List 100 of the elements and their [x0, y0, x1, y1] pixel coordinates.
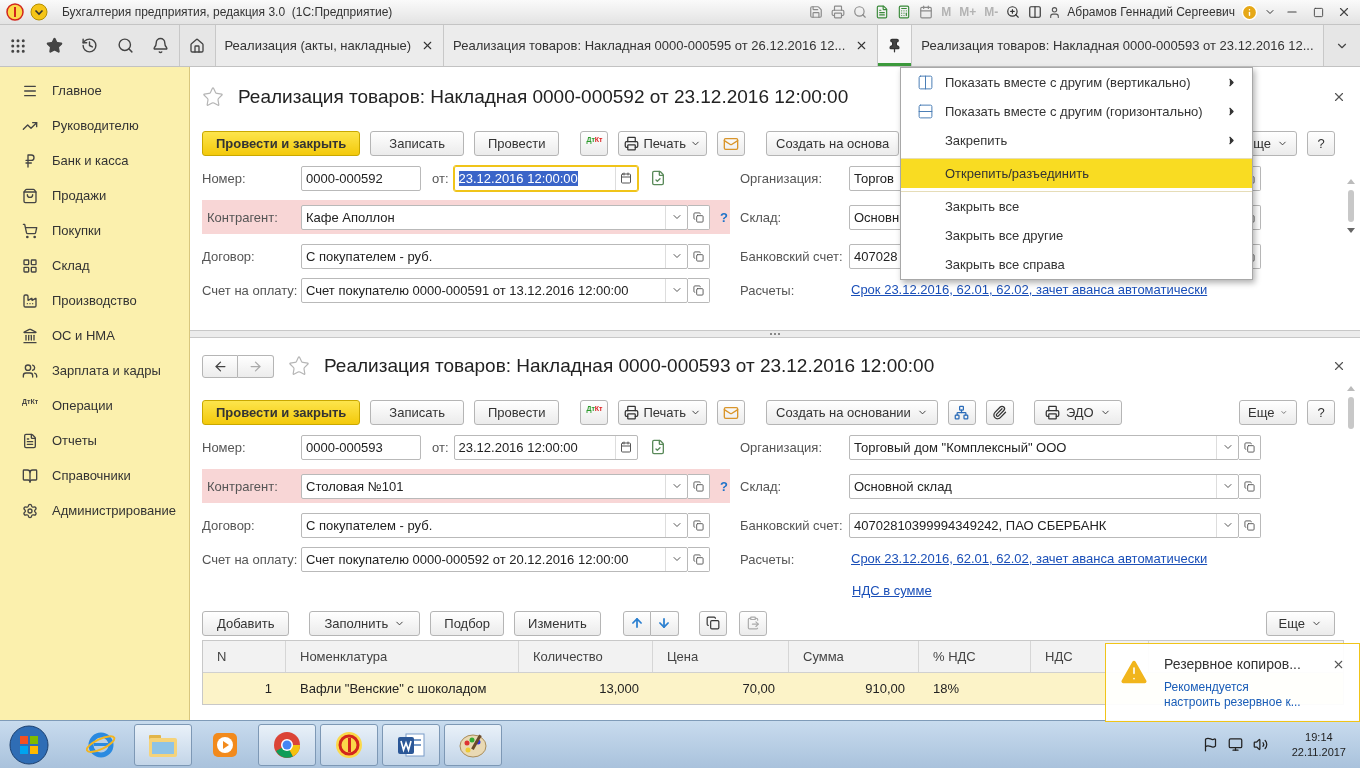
open-button[interactable] — [688, 277, 710, 303]
select-field[interactable]: С покупателем - руб. — [301, 243, 688, 269]
attach-button[interactable] — [985, 400, 1014, 425]
sidebar-item[interactable]: Зарплата и кадры — [0, 353, 189, 388]
settlements-link[interactable]: Срок 23.12.2016, 62.01, 62.02, зачет аванса автоматически — [851, 283, 1208, 297]
edit-button[interactable]: Изменить — [514, 610, 601, 636]
select-field[interactable]: Счет покупателю 0000-000592 от 20.12.2016 12:00:00 — [301, 546, 688, 572]
tab[interactable]: Реализация (акты, накладные) — [215, 25, 445, 66]
flag-icon[interactable] — [1202, 737, 1218, 752]
open-button[interactable] — [688, 512, 710, 538]
sidebar-item[interactable]: Главное — [0, 73, 189, 108]
user-name[interactable]: Абрамов Геннадий Сергеевич — [1067, 5, 1235, 19]
number-field[interactable]: 0000-000592 — [301, 165, 421, 191]
sidebar-item[interactable]: Справочники — [0, 458, 189, 493]
date-field[interactable]: 23.12.2016 12:00:00 — [453, 434, 638, 460]
column-header[interactable]: % НДС — [919, 641, 1031, 672]
post-and-close-button[interactable]: Провести и закрыть — [202, 131, 361, 156]
network-icon[interactable] — [1227, 737, 1243, 752]
email-button[interactable] — [717, 400, 745, 425]
sidebar-item[interactable]: Администрирование — [0, 493, 189, 528]
sidebar-item[interactable]: Производство — [0, 283, 189, 318]
bell-icon[interactable] — [152, 37, 170, 54]
help-button[interactable]: ? — [1307, 131, 1335, 156]
fill-button[interactable]: Заполнить — [309, 610, 421, 636]
sidebar-item[interactable]: Склад — [0, 248, 189, 283]
star-icon[interactable] — [202, 86, 224, 108]
menu-item[interactable]: Показать вместе с другим (горизонтально) — [901, 97, 1252, 126]
column-header[interactable]: Номенклатура — [286, 641, 519, 672]
taskbar-app[interactable] — [258, 723, 316, 766]
preview-icon[interactable] — [853, 5, 868, 19]
calendar-icon[interactable] — [919, 5, 934, 19]
taskbar-app[interactable] — [382, 723, 440, 766]
settlements-link[interactable]: Срок 23.12.2016, 62.01, 62.02, зачет аванса автоматически — [851, 552, 1208, 566]
apps-grid-icon[interactable] — [9, 36, 28, 55]
close-icon[interactable] — [1332, 658, 1345, 671]
open-button[interactable] — [1239, 434, 1261, 460]
printer-icon[interactable] — [831, 5, 846, 19]
taskbar-app[interactable] — [444, 723, 502, 766]
star-icon[interactable] — [45, 37, 63, 54]
start-button[interactable] — [8, 723, 50, 766]
column-header[interactable]: Цена — [653, 641, 789, 672]
taskbar-app[interactable] — [320, 723, 378, 766]
close-icon[interactable] — [1332, 90, 1346, 104]
vat-link[interactable]: НДС в сумме — [852, 584, 932, 598]
main-menu-icon[interactable] — [30, 3, 48, 21]
menu-item[interactable]: Закрыть все — [901, 191, 1252, 221]
open-button[interactable] — [688, 204, 710, 230]
more-button[interactable]: Еще — [1265, 610, 1335, 636]
paste-button[interactable] — [738, 610, 767, 636]
help-link[interactable]: ? — [720, 209, 728, 225]
select-field[interactable]: 40702810399994349242, ПАО СБЕРБАНК — [849, 512, 1239, 538]
sidebar-item[interactable]: Покупки — [0, 213, 189, 248]
post-and-close-button[interactable]: Провести и закрыть — [202, 400, 361, 425]
scrollbar[interactable] — [1346, 386, 1356, 429]
sidebar-item[interactable]: Банк и касса — [0, 143, 189, 178]
sidebar-item[interactable]: ОС и НМА — [0, 318, 189, 353]
save-icon[interactable] — [809, 5, 824, 19]
scrollbar[interactable] — [1346, 179, 1356, 233]
app-logo-icon[interactable] — [6, 3, 24, 21]
volume-icon[interactable] — [1252, 737, 1268, 752]
menu-item[interactable]: Показать вместе с другим (вертикально) — [901, 68, 1252, 97]
save-button[interactable]: Записать — [370, 131, 464, 156]
help-link[interactable]: ? — [720, 478, 728, 494]
calculator-icon[interactable] — [897, 5, 912, 19]
close-icon[interactable] — [1332, 359, 1346, 373]
select-field[interactable]: С покупателем - руб. — [301, 512, 688, 538]
column-header[interactable]: Сумма — [789, 641, 919, 672]
number-field[interactable]: 0000-000593 — [301, 434, 421, 460]
menu-item[interactable]: Закрыть все другие — [901, 221, 1252, 250]
history-icon[interactable] — [81, 37, 99, 54]
document-icon[interactable] — [875, 5, 890, 19]
menu-item[interactable]: Закрыть все справа — [901, 250, 1252, 279]
menu-item[interactable]: Закрепить — [901, 126, 1252, 155]
posted-document-icon[interactable] — [649, 170, 666, 186]
zoom-icon[interactable] — [1006, 5, 1021, 19]
menu-item[interactable]: Открепить/разъединить — [901, 158, 1252, 188]
date-field[interactable]: 23.12.2016 12:00:00 — [453, 165, 638, 191]
tab[interactable]: Реализация товаров: Накладная 0000-000595 от 26.12.2016 12... — [444, 25, 879, 66]
info-icon[interactable] — [1241, 3, 1258, 21]
save-button[interactable]: Записать — [370, 400, 464, 425]
create-based-on-button[interactable]: Создать на основании — [766, 400, 938, 425]
pin-tab[interactable] — [878, 25, 913, 66]
select-field[interactable]: Счет покупателю 0000-000591 от 13.12.2016 12:00:00 — [301, 277, 688, 303]
tab[interactable]: Реализация товаров: Накладная 0000-000593 от 23.12.2016 12... — [912, 25, 1324, 66]
edo-button[interactable]: ЭДО — [1033, 400, 1122, 425]
select-field[interactable]: Кафе Аполлон — [301, 204, 688, 230]
column-header[interactable]: Количество — [519, 641, 653, 672]
restore-icon[interactable] — [1312, 6, 1324, 18]
more-button[interactable]: Еще — [1239, 400, 1297, 425]
select-field[interactable]: Торговый дом "Комплексный" ООО — [849, 434, 1239, 460]
open-button[interactable] — [688, 546, 710, 572]
select-field[interactable]: Столовая №101 — [301, 473, 688, 499]
move-up-button[interactable] — [622, 610, 651, 636]
help-button[interactable]: ? — [1307, 400, 1335, 425]
move-down-button[interactable] — [650, 610, 679, 636]
post-button[interactable]: Провести — [473, 400, 560, 425]
email-button[interactable] — [717, 131, 745, 156]
print-button[interactable]: Печать — [618, 131, 707, 156]
open-button[interactable] — [1239, 473, 1261, 499]
close-icon[interactable] — [1337, 5, 1351, 19]
